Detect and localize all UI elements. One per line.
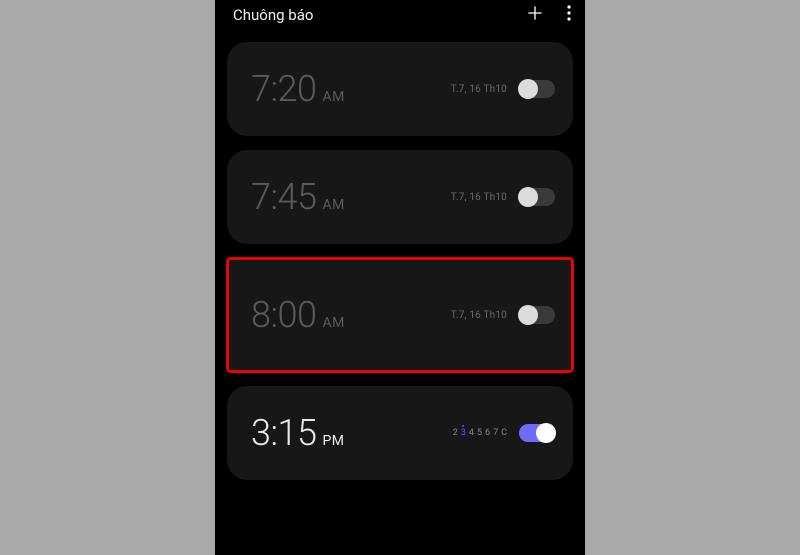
alarm-day-indicators: 2 3 4 5 6 7 C: [453, 428, 507, 438]
alarm-toggle[interactable]: [519, 424, 555, 442]
day-label: 5: [477, 428, 482, 438]
day-label: 7: [493, 428, 498, 438]
alarm-time: 7:45: [251, 176, 316, 218]
alarm-toggle[interactable]: [519, 80, 555, 98]
alarm-repeat-label: T.7, 16 Th10: [451, 192, 507, 203]
alarm-repeat-label: T.7, 16 Th10: [451, 84, 507, 95]
alarm-item-highlighted[interactable]: 8:00 AM T.7, 16 Th10: [227, 258, 573, 372]
alarm-right: T.7, 16 Th10: [451, 188, 555, 206]
alarm-time-block: 8:00 AM: [251, 294, 345, 336]
alarm-toggle[interactable]: [519, 306, 555, 324]
alarm-right: T.7, 16 Th10: [451, 306, 555, 324]
add-alarm-icon[interactable]: [525, 3, 545, 27]
day-label: C: [501, 428, 507, 438]
alarm-right: T.7, 16 Th10: [451, 80, 555, 98]
alarm-time-block: 7:20 AM: [251, 68, 345, 110]
day-label: 2: [453, 428, 458, 438]
header-actions: [525, 3, 571, 27]
alarm-period: AM: [322, 197, 344, 213]
alarm-toggle[interactable]: [519, 188, 555, 206]
alarm-right: 2 3 4 5 6 7 C: [453, 424, 555, 442]
alarm-list: 7:20 AM T.7, 16 Th10 7:45 AM T.7, 16 Th1…: [215, 34, 585, 480]
app-header: Chuông báo: [215, 0, 585, 34]
day-label-selected: 3: [461, 428, 466, 438]
day-label: 6: [485, 428, 490, 438]
alarm-period: AM: [322, 315, 344, 331]
alarm-time: 7:20: [251, 68, 316, 110]
phone-screen: Chuông báo 7:20 AM T.7, 16 Th10 7:: [215, 0, 585, 555]
page-title: Chuông báo: [233, 6, 313, 24]
day-label: 4: [469, 428, 474, 438]
alarm-item[interactable]: 3:15 PM 2 3 4 5 6 7 C: [227, 386, 573, 480]
alarm-time: 8:00: [251, 294, 316, 336]
more-options-icon[interactable]: [567, 5, 571, 25]
alarm-item[interactable]: 7:45 AM T.7, 16 Th10: [227, 150, 573, 244]
alarm-time-block: 7:45 AM: [251, 176, 345, 218]
alarm-period: AM: [322, 89, 344, 105]
alarm-item[interactable]: 7:20 AM T.7, 16 Th10: [227, 42, 573, 136]
alarm-time-block: 3:15 PM: [251, 412, 345, 454]
alarm-period: PM: [322, 433, 344, 449]
alarm-repeat-label: T.7, 16 Th10: [451, 310, 507, 321]
alarm-time: 3:15: [251, 412, 316, 454]
